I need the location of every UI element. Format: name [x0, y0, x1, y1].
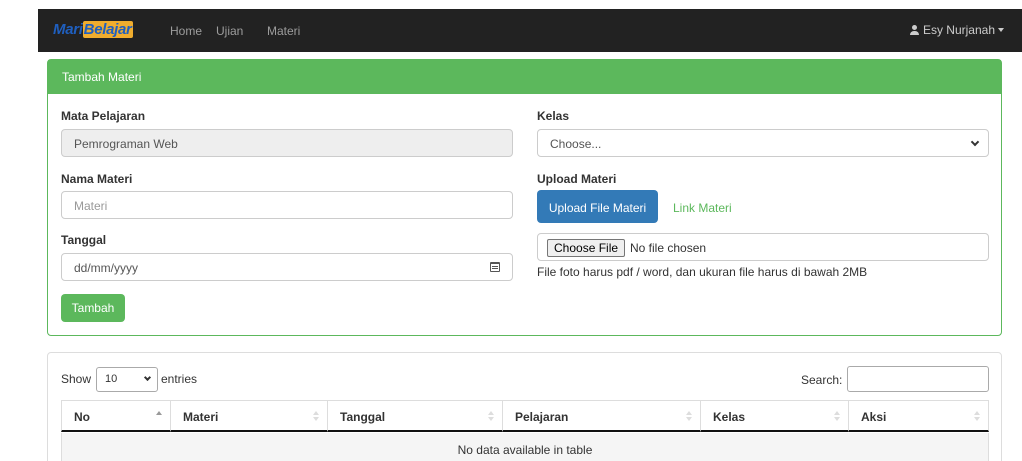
- file-input: Choose File No file chosen: [537, 233, 989, 261]
- column-label: Kelas: [713, 410, 746, 424]
- nama-materi-input[interactable]: Materi: [61, 191, 513, 219]
- brand-logo[interactable]: MariBelajar: [53, 21, 133, 38]
- column-label: Pelajaran: [515, 410, 569, 424]
- column-label: Tanggal: [340, 410, 386, 424]
- nama-materi-label: Nama Materi: [61, 172, 133, 186]
- navbar: MariBelajar Home Ujian Materi Esy Nurjan…: [38, 9, 1022, 52]
- chevron-down-icon: [998, 28, 1004, 32]
- mata-pelajaran-field: Pemrograman Web: [61, 129, 513, 157]
- entries-length-select[interactable]: 10: [96, 367, 158, 392]
- user-menu[interactable]: Esy Nurjanah: [909, 23, 1004, 37]
- nav-link-ujian[interactable]: Ujian: [216, 24, 243, 38]
- nav-link-home[interactable]: Home: [170, 24, 202, 38]
- sort-asc-icon: [156, 411, 162, 422]
- tambah-button[interactable]: Tambah: [61, 294, 125, 322]
- chevron-down-icon: [143, 373, 152, 382]
- mata-pelajaran-label: Mata Pelajaran: [61, 109, 146, 123]
- column-header-no[interactable]: No: [61, 400, 170, 432]
- user-name: Esy Nurjanah: [922, 23, 995, 37]
- upload-materi-label: Upload Materi: [537, 172, 617, 186]
- column-label: Aksi: [861, 410, 887, 424]
- user-icon: [909, 25, 919, 35]
- kelas-label: Kelas: [537, 109, 570, 123]
- column-header-pelajaran[interactable]: Pelajaran: [502, 400, 700, 432]
- sort-icon: [834, 411, 840, 422]
- tab-link-materi[interactable]: Link Materi: [673, 201, 732, 215]
- column-header-aksi[interactable]: Aksi: [848, 400, 989, 432]
- calendar-icon[interactable]: [490, 262, 500, 272]
- tanggal-value: dd/mm/yyyy: [74, 261, 139, 275]
- sort-icon: [686, 411, 692, 422]
- column-header-materi[interactable]: Materi: [170, 400, 327, 432]
- choose-file-button[interactable]: Choose File: [547, 239, 626, 257]
- tanggal-label: Tanggal: [61, 233, 107, 247]
- search-input[interactable]: [847, 366, 989, 392]
- empty-table-message: No data available in table: [61, 433, 989, 461]
- length-value: 10: [105, 373, 118, 385]
- search-label: Search:: [801, 373, 843, 387]
- sort-icon: [488, 411, 494, 422]
- kelas-selected: Choose...: [550, 137, 602, 151]
- file-status: No file chosen: [630, 241, 707, 255]
- column-header-kelas[interactable]: Kelas: [700, 400, 848, 432]
- entries-label: entries: [161, 372, 198, 386]
- column-header-tanggal[interactable]: Tanggal: [327, 400, 502, 432]
- kelas-select[interactable]: Choose...: [537, 129, 989, 157]
- tab-upload-file[interactable]: Upload File Materi: [537, 190, 658, 223]
- chevron-down-icon: [970, 137, 980, 147]
- column-label: Materi: [183, 410, 219, 424]
- panel-title: Tambah Materi: [48, 60, 1001, 94]
- nav-link-materi[interactable]: Materi: [267, 24, 300, 38]
- brand-part1: Mari: [53, 21, 83, 38]
- brand-part2: Belajar: [82, 21, 133, 38]
- column-label: No: [74, 410, 90, 424]
- tanggal-date-input[interactable]: dd/mm/yyyy: [61, 253, 513, 281]
- sort-icon: [974, 411, 980, 422]
- sort-icon: [313, 411, 319, 422]
- show-label: Show: [61, 372, 92, 386]
- file-help-text: File foto harus pdf / word, dan ukuran f…: [537, 265, 868, 279]
